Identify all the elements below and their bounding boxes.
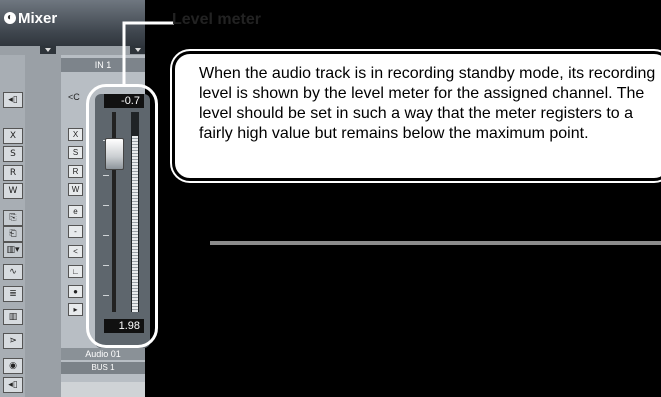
channel-solo-button[interactable]: S [68, 146, 83, 159]
callout-title: Level meter [172, 11, 261, 28]
output-icon[interactable]: ◉ [3, 358, 23, 374]
channel-read-button[interactable]: R [68, 165, 83, 178]
callout-text: When the audio track is in recording sta… [199, 65, 656, 142]
bus-name[interactable]: BUS 1 [61, 362, 145, 374]
callout-leader-line [122, 21, 174, 84]
divider [210, 241, 661, 245]
paste-icon[interactable]: ⎗ [3, 226, 23, 242]
track-name[interactable]: Audio 01 [61, 348, 145, 360]
level-meter-highlight [86, 84, 158, 348]
chevron-down-icon[interactable] [40, 46, 56, 54]
channel-eq-button[interactable]: - [68, 225, 83, 238]
input-monitor-icon[interactable]: ◂▯ [3, 92, 23, 108]
solo-icon[interactable]: S [3, 146, 23, 162]
effects-icon[interactable]: ∿ [3, 264, 23, 280]
mixer-scrollbar[interactable] [61, 382, 145, 397]
sends-icon[interactable]: ≣ [3, 286, 23, 302]
channel-edit-button[interactable]: e [68, 205, 83, 218]
channel-record-arm-button[interactable]: ▸ [68, 303, 83, 316]
mute-icon[interactable]: X [3, 128, 23, 144]
mixer-title: Mixer [18, 10, 58, 27]
channel-insert-button[interactable]: < [68, 245, 83, 258]
mixer-logo-icon: ◐ [4, 12, 16, 24]
pan-value[interactable]: <C [68, 92, 80, 102]
copy-icon[interactable]: ⎘ [3, 210, 23, 226]
view-menu-icon[interactable]: ▥▾ [3, 242, 23, 258]
record-icon[interactable]: R [3, 165, 23, 181]
keyboard-icon[interactable]: ▥ [3, 309, 23, 325]
channel-mute-button[interactable]: X [68, 128, 83, 141]
channel-send-button[interactable]: ∟ [68, 265, 83, 278]
channel-write-button[interactable]: W [68, 183, 83, 196]
routing-icon[interactable]: ◂▯ [3, 377, 23, 393]
channel-monitor-button[interactable]: ● [68, 285, 83, 298]
midi-icon[interactable]: ⋗ [3, 333, 23, 349]
write-icon[interactable]: W [3, 183, 23, 199]
